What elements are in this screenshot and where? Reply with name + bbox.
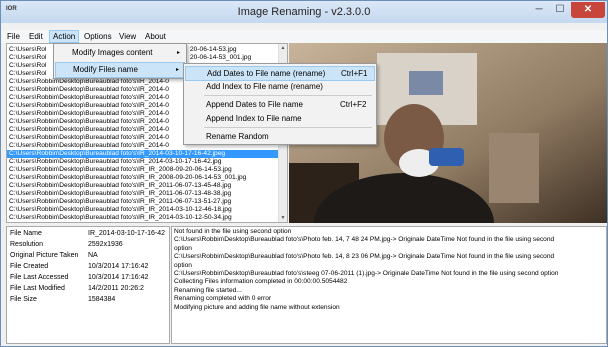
property-value: 1584384 xyxy=(88,296,116,303)
property-key: File Last Accessed xyxy=(10,274,69,281)
menu-file[interactable]: File xyxy=(4,31,23,42)
file-list-item[interactable]: C:\Users\Robbin\Desktop\Bureaublad foto'… xyxy=(9,214,232,222)
menu-item-label: Rename Random xyxy=(206,132,269,141)
menu-separator xyxy=(204,95,372,96)
menu-item-label: Modify Images content xyxy=(72,48,153,57)
property-key: File Created xyxy=(10,263,49,270)
list-item-fragment: 20-06-14-53.jpg xyxy=(190,46,237,53)
property-row: Resolution 2592x1936 xyxy=(7,240,169,250)
file-list-item[interactable]: C:\Users\Robbin\Desktop\Bureaublad foto'… xyxy=(9,198,231,206)
log-line: Renaming completed with 0 error xyxy=(174,295,272,303)
property-key: File Size xyxy=(10,296,37,303)
log-line: Modifying picture and adding file name w… xyxy=(174,303,340,311)
file-list-item[interactable]: C:\Users\Robbin\Desktop\Bureaublad foto'… xyxy=(9,134,169,142)
action-menu: Modify Images content ▸ Modify Files nam… xyxy=(53,43,187,79)
menu-item-modify-images-content[interactable]: Modify Images content ▸ xyxy=(55,46,185,60)
files-name-submenu: Add Dates to File name (rename) Ctrl+F1 … xyxy=(183,63,377,145)
file-list-item[interactable]: C:\Users\Robbin\Desktop\Bureaublad foto'… xyxy=(9,78,169,86)
file-list-item[interactable]: C:\Users\Robbin\Desktop\Bureaublad foto'… xyxy=(9,182,231,190)
menu-about[interactable]: About xyxy=(142,31,169,42)
window-title: Image Renaming - v2.3.0.0 xyxy=(237,6,371,18)
property-value: NA xyxy=(88,252,98,259)
log-line: C:\Users\Robbin\Desktop\Bureaublad foto'… xyxy=(174,253,555,261)
file-list-item[interactable]: C:\Users\Robbin\Desktop\Bureaublad foto'… xyxy=(9,190,231,198)
file-list-item[interactable]: C:\Users\Rol xyxy=(9,54,46,62)
property-row: Original Picture Taken NA xyxy=(7,251,169,261)
scroll-up-icon[interactable]: ▲ xyxy=(279,44,287,52)
file-list-item[interactable]: C:\Users\Robbin\Desktop\Bureaublad foto'… xyxy=(9,174,246,182)
menu-item-label: Add Index to File name (rename) xyxy=(206,82,323,91)
property-row: File Last Modified 14/2/2011 20:26:2 xyxy=(7,284,169,294)
menu-item-label: Append Dates to File name xyxy=(206,100,303,109)
menu-item-rename-random[interactable]: Rename Random xyxy=(185,130,375,143)
menu-item-label: Add Dates to File name (rename) xyxy=(207,69,326,78)
submenu-arrow-icon: ▸ xyxy=(175,67,179,73)
menu-item-label: Append Index to File name xyxy=(206,114,302,123)
file-list-item[interactable]: C:\Users\Robbin\Desktop\Bureaublad foto'… xyxy=(9,158,221,166)
property-value: IR_2014-03-10-17-16-42 xyxy=(88,230,166,237)
property-row: File Created 10/3/2014 17:16:42 xyxy=(7,262,169,272)
title-bar[interactable]: IOR Image Renaming - v2.3.0.0 ─ ☐ ✕ xyxy=(1,1,607,23)
menu-item-add-index[interactable]: Add Index to File name (rename) xyxy=(185,80,375,93)
app-window: IOR Image Renaming - v2.3.0.0 ─ ☐ ✕ File… xyxy=(0,0,608,347)
property-key: Resolution xyxy=(10,241,44,248)
file-list-item[interactable]: C:\Users\Robbin\Desktop\Bureaublad foto'… xyxy=(9,118,169,126)
file-list-item[interactable]: C:\Users\Robbin\Desktop\Bureaublad foto'… xyxy=(7,150,281,158)
log-line: option xyxy=(174,261,192,269)
file-list-item[interactable]: C:\Users\Robbin\Desktop\Bureaublad foto'… xyxy=(9,222,232,223)
menu-options[interactable]: Options xyxy=(81,31,115,42)
scroll-down-icon[interactable]: ▼ xyxy=(279,214,287,222)
menu-item-add-dates[interactable]: Add Dates to File name (rename) Ctrl+F1 xyxy=(185,66,375,81)
property-value: 10/3/2014 17:16:42 xyxy=(88,263,149,270)
file-list-item[interactable]: C:\Users\Robbin\Desktop\Bureaublad foto'… xyxy=(9,166,232,174)
menu-item-shortcut: Ctrl+F2 xyxy=(340,100,367,109)
menu-item-shortcut: Ctrl+F1 xyxy=(341,69,368,78)
menu-separator xyxy=(204,127,372,128)
file-list-item[interactable]: C:\Users\Robbin\Desktop\Bureaublad foto'… xyxy=(9,206,232,214)
menu-item-modify-files-name[interactable]: Modify Files name ▸ xyxy=(55,62,185,78)
property-key: Original Picture Taken xyxy=(10,252,79,259)
menu-edit[interactable]: Edit xyxy=(26,31,46,42)
log-line: option xyxy=(174,244,192,252)
submenu-arrow-icon: ▸ xyxy=(176,50,180,56)
menu-item-label: Modify Files name xyxy=(73,65,138,74)
property-key: File Name xyxy=(10,230,42,237)
file-list-item[interactable]: C:\Users\Robbin\Desktop\Bureaublad foto'… xyxy=(9,94,169,102)
property-key: File Last Modified xyxy=(10,285,65,292)
log-line: Renaming file started... xyxy=(174,286,242,294)
log-line: C:\Users\Robbin\Desktop\Bureaublad foto'… xyxy=(174,236,555,244)
menu-action[interactable]: Action xyxy=(49,30,80,43)
file-list-item[interactable]: C:\Users\Rol xyxy=(9,46,46,54)
property-value: 2592x1936 xyxy=(88,241,123,248)
log-line: Collecting Files information completed i… xyxy=(174,278,348,286)
maximize-button[interactable]: ☐ xyxy=(550,2,570,18)
log-panel: Not found in the file using second optio… xyxy=(171,226,607,344)
minimize-button[interactable]: ─ xyxy=(529,2,549,18)
file-list-item[interactable]: C:\Users\Robbin\Desktop\Bureaublad foto'… xyxy=(9,142,169,150)
log-line: Not found in the file using second optio… xyxy=(174,228,292,235)
property-row: File Name IR_2014-03-10-17-16-42 xyxy=(7,229,169,239)
menu-view[interactable]: View xyxy=(116,31,139,42)
property-row: File Last Accessed 10/3/2014 17:16:42 xyxy=(7,273,169,283)
close-button[interactable]: ✕ xyxy=(571,2,605,18)
property-value: 10/3/2014 17:16:42 xyxy=(88,274,149,281)
menu-item-append-index[interactable]: Append Index to File name xyxy=(185,112,375,125)
menu-item-append-dates[interactable]: Append Dates to File name Ctrl+F2 xyxy=(185,98,375,111)
file-list-item[interactable]: C:\Users\Robbin\Desktop\Bureaublad foto'… xyxy=(9,126,169,134)
file-list-item[interactable]: C:\Users\Robbin\Desktop\Bureaublad foto'… xyxy=(9,86,169,94)
file-list-item[interactable]: C:\Users\Rol xyxy=(9,70,46,78)
file-list-item[interactable]: C:\Users\Robbin\Desktop\Bureaublad foto'… xyxy=(9,110,169,118)
list-item-fragment: 20-06-14-53_001.jpg xyxy=(190,54,252,61)
properties-panel: File Name IR_2014-03-10-17-16-42 Resolutio… xyxy=(6,226,170,344)
menu-bar: File Edit Action Options View About xyxy=(1,30,607,43)
log-line: C:\Users\Robbin\Desktop\Bureaublad foto'… xyxy=(174,270,559,277)
file-list-item[interactable]: C:\Users\Rol xyxy=(9,62,46,70)
property-row: File Size 1584384 xyxy=(7,295,169,305)
property-value: 14/2/2011 20:26:2 xyxy=(88,285,144,292)
file-list-item[interactable]: C:\Users\Robbin\Desktop\Bureaublad foto'… xyxy=(9,102,169,110)
